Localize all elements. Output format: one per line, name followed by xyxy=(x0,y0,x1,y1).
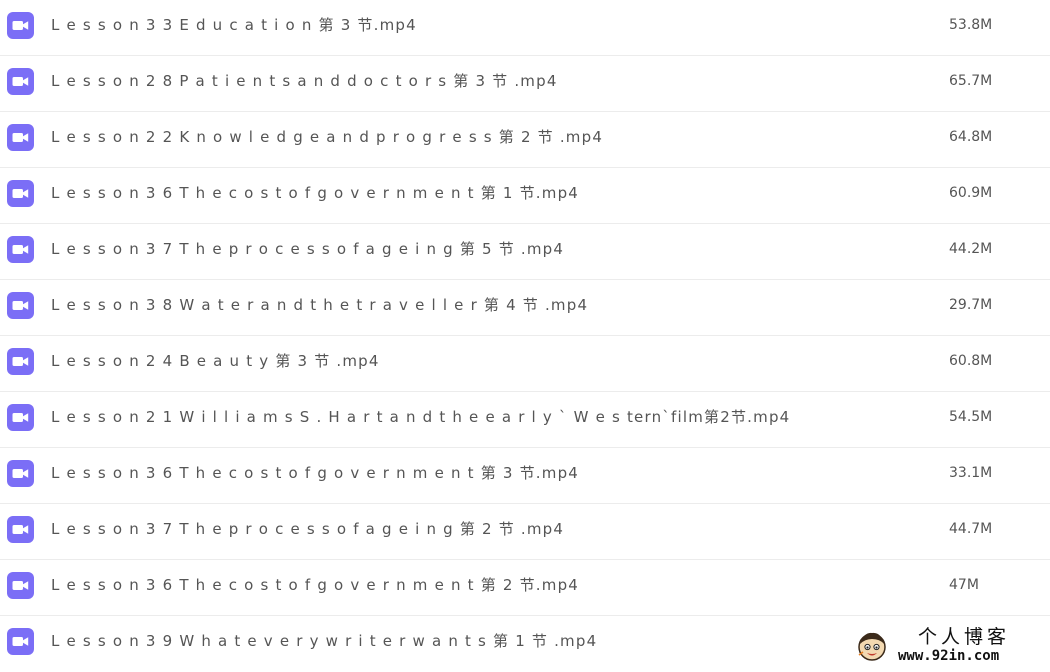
file-row[interactable]: L e s s o n 3 6 T h e c o s t o f g o v … xyxy=(0,560,1050,616)
file-row[interactable]: L e s s o n 3 6 T h e c o s t o f g o v … xyxy=(0,448,1050,504)
file-row[interactable]: L e s s o n 3 7 T h e p r o c e s s o f … xyxy=(0,224,1050,280)
blog-watermark: 个人博客 www.92in.com xyxy=(856,626,1042,666)
video-icon xyxy=(7,68,34,95)
file-name: L e s s o n 3 7 T h e p r o c e s s o f … xyxy=(51,520,565,538)
video-icon xyxy=(7,348,34,375)
file-name: L e s s o n 3 6 T h e c o s t o f g o v … xyxy=(51,576,580,594)
file-size: 64.8M xyxy=(949,129,993,145)
file-size: 44.2M xyxy=(949,241,993,257)
file-row[interactable]: L e s s o n 2 1 W i l l i a m s S . H a … xyxy=(0,392,1050,448)
video-icon xyxy=(7,236,34,263)
avatar-icon xyxy=(856,630,888,662)
file-row[interactable]: L e s s o n 2 8 P a t i e n t s a n d d … xyxy=(0,56,1050,112)
file-row[interactable]: L e s s o n 3 7 T h e p r o c e s s o f … xyxy=(0,504,1050,560)
file-row[interactable]: L e s s o n 2 2 K n o w l e d g e a n d … xyxy=(0,112,1050,168)
video-icon xyxy=(7,628,34,655)
watermark-url: www.92in.com xyxy=(898,648,1000,664)
file-size: 33.1M xyxy=(949,465,993,481)
video-icon xyxy=(7,124,34,151)
video-icon xyxy=(7,404,34,431)
file-size: 65.7M xyxy=(949,73,993,89)
file-name: L e s s o n 2 1 W i l l i a m s S . H a … xyxy=(51,408,791,426)
file-name: L e s s o n 3 6 T h e c o s t o f g o v … xyxy=(51,464,580,482)
file-name: L e s s o n 2 2 K n o w l e d g e a n d … xyxy=(51,128,604,146)
file-size: 54.5M xyxy=(949,409,993,425)
file-size: 60.8M xyxy=(949,353,993,369)
file-name: L e s s o n 3 7 T h e p r o c e s s o f … xyxy=(51,240,565,258)
file-name: L e s s o n 3 6 T h e c o s t o f g o v … xyxy=(51,184,580,202)
file-size: 44.7M xyxy=(949,521,993,537)
file-name: L e s s o n 2 8 P a t i e n t s a n d d … xyxy=(51,72,558,90)
video-icon xyxy=(7,12,34,39)
file-name: L e s s o n 2 4 B e a u t y 第 3 节 .mp4 xyxy=(51,352,380,370)
file-row[interactable]: L e s s o n 3 3 E d u c a t i o n 第 3 节.… xyxy=(0,0,1050,56)
video-icon xyxy=(7,516,34,543)
file-size: 53.8M xyxy=(949,17,993,33)
file-size: 29.7M xyxy=(949,297,993,313)
watermark-title: 个人博客 xyxy=(918,626,1011,648)
file-row[interactable]: L e s s o n 3 8 W a t e r a n d t h e t … xyxy=(0,280,1050,336)
file-size: 47M xyxy=(949,577,979,593)
file-name: L e s s o n 3 8 W a t e r a n d t h e t … xyxy=(51,296,589,314)
video-icon xyxy=(7,180,34,207)
video-icon xyxy=(7,572,34,599)
file-row[interactable]: L e s s o n 2 4 B e a u t y 第 3 节 .mp4 6… xyxy=(0,336,1050,392)
file-size: 60.9M xyxy=(949,185,993,201)
file-name: L e s s o n 3 9 W h a t e v e r y w r i … xyxy=(51,632,598,650)
file-name: L e s s o n 3 3 E d u c a t i o n 第 3 节.… xyxy=(51,16,417,34)
file-row[interactable]: L e s s o n 3 6 T h e c o s t o f g o v … xyxy=(0,168,1050,224)
file-list: L e s s o n 3 3 E d u c a t i o n 第 3 节.… xyxy=(0,0,1050,672)
video-icon xyxy=(7,292,34,319)
video-icon xyxy=(7,460,34,487)
